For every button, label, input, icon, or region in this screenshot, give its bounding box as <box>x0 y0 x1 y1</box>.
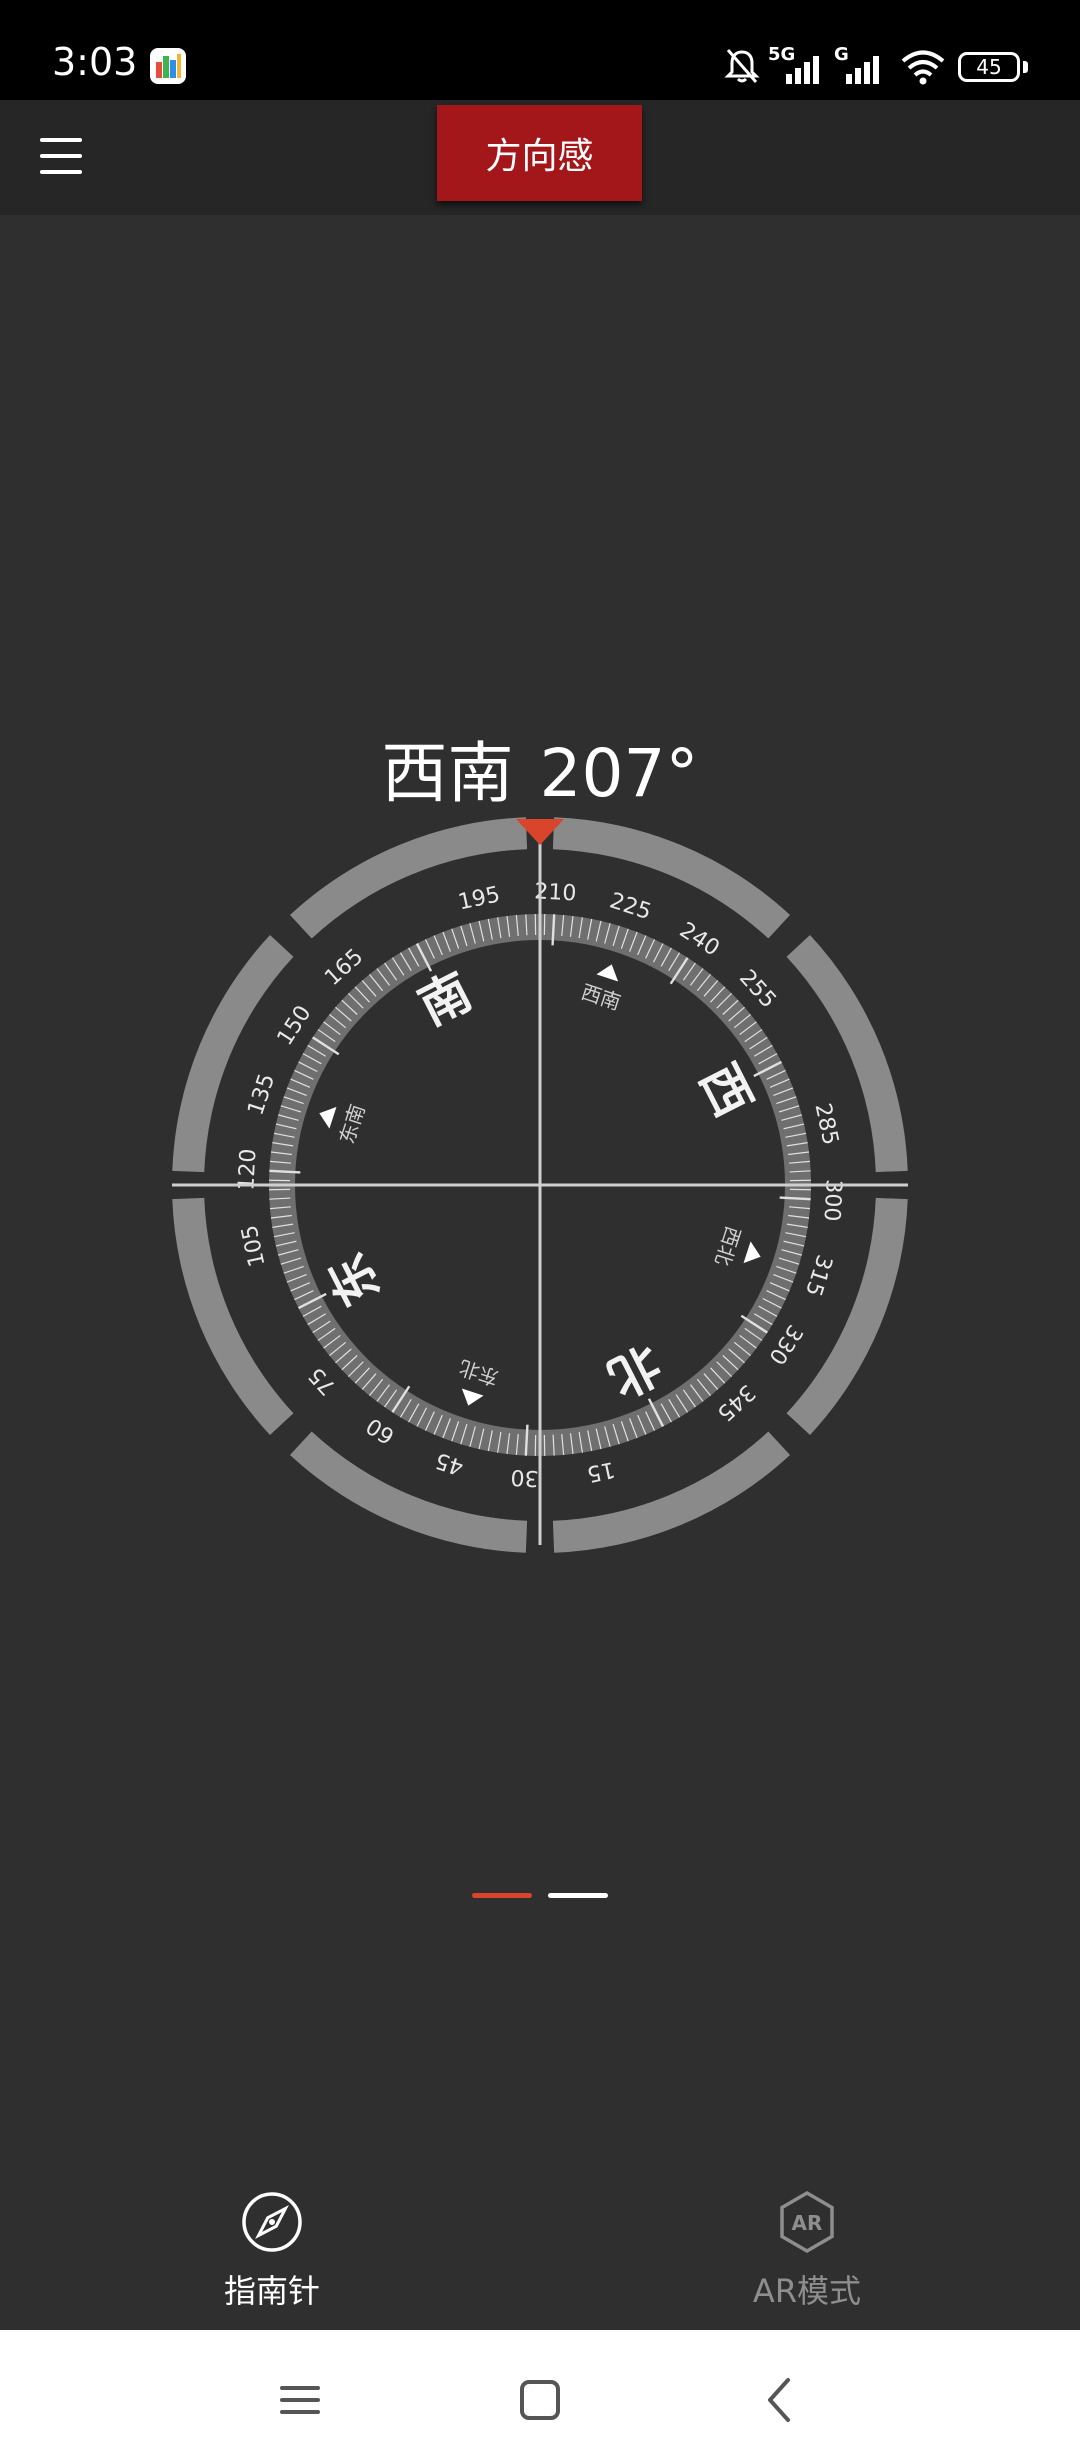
intercardinal-label-southeast: 东南 <box>335 1101 370 1146</box>
mute-bell-icon <box>724 49 760 83</box>
degree-label: 15 <box>585 1456 618 1486</box>
intercardinal-marker <box>319 1106 337 1129</box>
status-time: 3:03 <box>52 40 138 84</box>
cardinal-label-south: 南 <box>410 962 481 1036</box>
back-icon[interactable] <box>750 2370 810 2430</box>
home-icon[interactable] <box>510 2370 570 2430</box>
battery-level: 45 <box>976 55 1002 79</box>
ar-icon: AR <box>780 2190 834 2254</box>
tick-mark <box>551 914 556 946</box>
tick-mark <box>269 1169 301 1174</box>
wifi-icon <box>901 50 945 85</box>
intercardinal-label-southwest: 西南 <box>578 980 623 1015</box>
svg-text:AR: AR <box>792 2211 823 2235</box>
cardinal-label-west: 西 <box>689 1055 763 1126</box>
intercardinal-marker <box>743 1241 761 1264</box>
app-bar: 方向感 <box>0 100 1080 215</box>
intercardinal-label-northwest: 西北 <box>710 1223 745 1268</box>
cardinal-label-east: 东 <box>317 1244 391 1315</box>
degree-label: 30 <box>510 1464 539 1490</box>
degree-label: 285 <box>810 1101 843 1147</box>
nav-compass-label: 指南针 <box>223 2272 320 2310</box>
status-bar: 3:03 5G G 45 <box>0 0 1080 100</box>
cardinal-label-north: 北 <box>599 1334 670 1408</box>
heading-direction: 西南 <box>381 735 514 812</box>
battery-tip <box>1023 61 1028 73</box>
degree-label: 195 <box>456 882 502 915</box>
app-notification-icon <box>150 48 186 84</box>
menu-icon-line <box>40 170 82 174</box>
bottom-nav: 指南针 AR AR模式 <box>0 2180 1080 2330</box>
compass-dial[interactable]: 1530456075105120135150165195 210 225240255… <box>170 815 910 1555</box>
degree-label: 60 <box>362 1412 399 1448</box>
system-nav-bar <box>0 2330 1080 2460</box>
heading-degrees: 207° <box>539 735 699 812</box>
signal-icon <box>786 56 819 84</box>
app-title-button[interactable]: 方向感 <box>437 105 642 201</box>
intercardinal-marker <box>596 964 619 982</box>
page-dot-active[interactable] <box>472 1893 532 1898</box>
recents-icon[interactable] <box>270 2370 330 2430</box>
degree-label: 135 <box>243 1071 280 1119</box>
tick-mark <box>779 1196 811 1201</box>
degree-label: 315 <box>800 1252 837 1300</box>
battery-icon: 45 <box>958 52 1020 82</box>
menu-icon-line <box>40 154 82 158</box>
tick-mark <box>524 1424 529 1456</box>
heading-readout: 西南 207° <box>0 720 1080 816</box>
degree-label: 105 <box>237 1223 270 1269</box>
nav-ar-label: AR模式 <box>752 2272 862 2310</box>
nav-ar-tab[interactable]: AR AR模式 <box>677 2190 937 2312</box>
signal-icon <box>846 56 879 84</box>
intercardinal-label-northeast: 东北 <box>456 1355 501 1390</box>
compass-icon <box>242 2192 302 2252</box>
menu-icon-line <box>40 138 82 142</box>
menu-button[interactable] <box>38 132 88 184</box>
nav-compass-tab[interactable]: 指南针 <box>142 2190 402 2312</box>
degree-label: 45 <box>432 1447 466 1479</box>
intercardinal-marker <box>461 1388 484 1406</box>
page-dot[interactable] <box>548 1893 608 1898</box>
page-indicator <box>0 1893 1080 1899</box>
degree-label: 75 <box>304 1362 341 1400</box>
degree-label: 225 <box>607 888 655 925</box>
